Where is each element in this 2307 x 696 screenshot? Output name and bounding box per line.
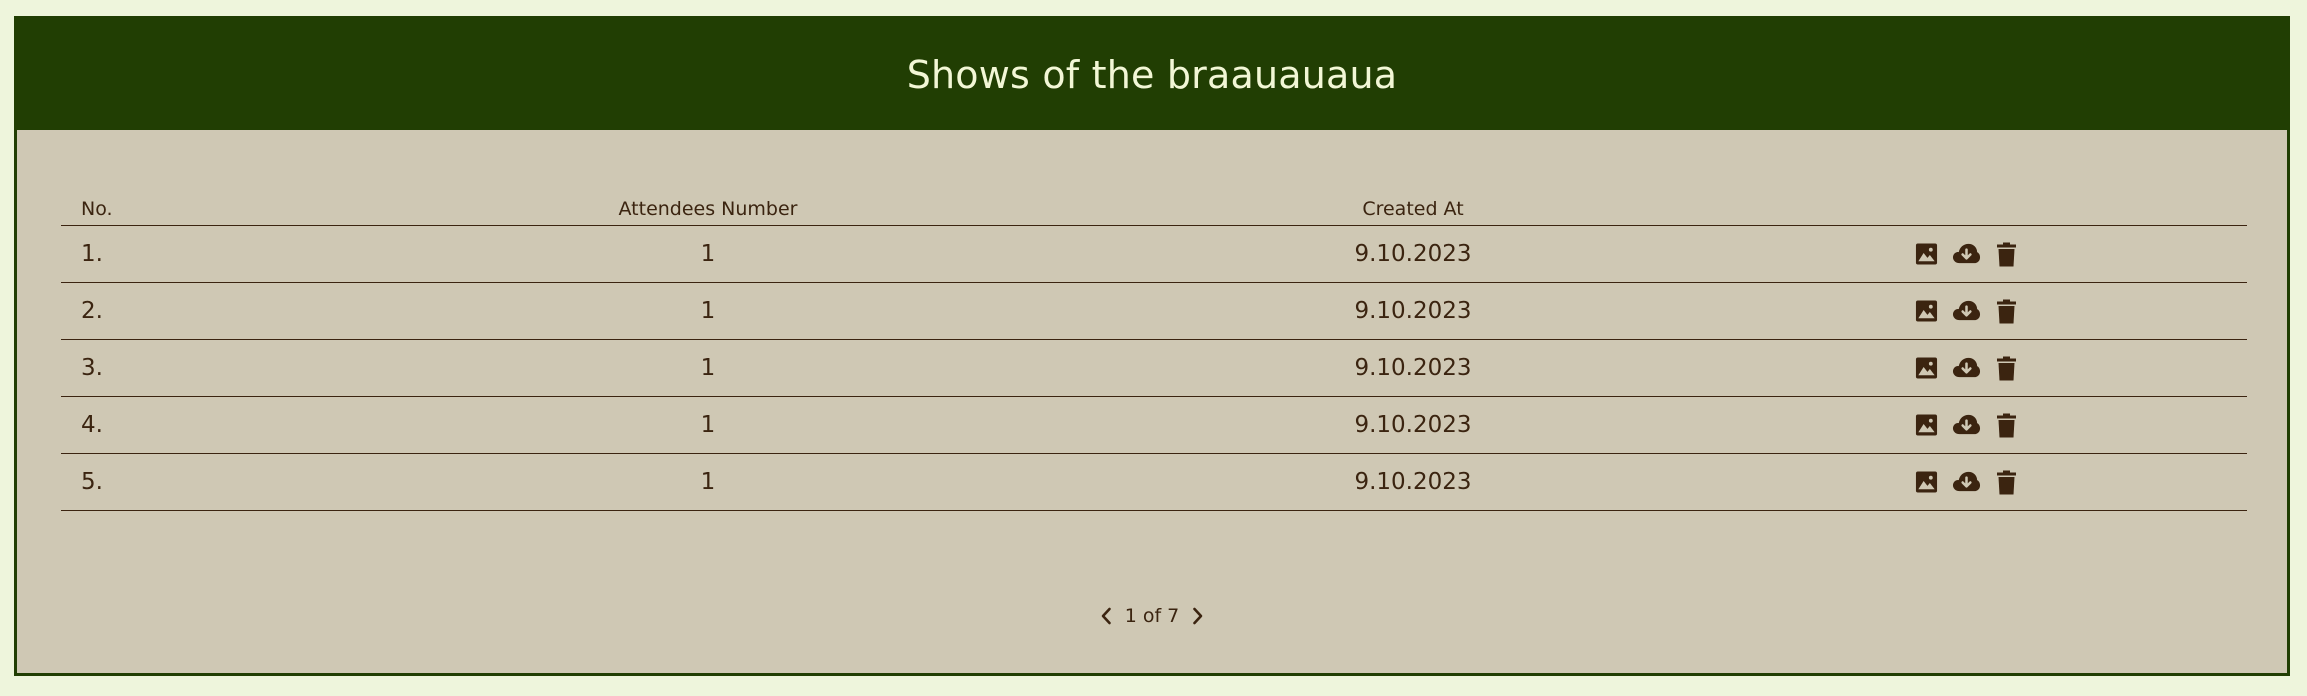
row-number: 2. bbox=[81, 298, 103, 324]
cloud-download-icon[interactable] bbox=[1952, 297, 1981, 326]
created-at: 9.10.2023 bbox=[1354, 355, 1472, 381]
image-icon[interactable] bbox=[1912, 297, 1941, 326]
created-at: 9.10.2023 bbox=[1354, 412, 1472, 438]
trash-icon[interactable] bbox=[1992, 240, 2021, 269]
row-actions bbox=[1912, 297, 2021, 326]
table-row: 1. 1 9.10.2023 bbox=[61, 226, 2247, 283]
column-header-created-at: Created At bbox=[1362, 198, 1464, 220]
trash-icon[interactable] bbox=[1992, 411, 2021, 440]
image-icon[interactable] bbox=[1912, 240, 1941, 269]
pagination-label: 1 of 7 bbox=[1124, 605, 1180, 627]
table-header: No. Attendees Number Created At bbox=[61, 178, 2247, 226]
row-actions bbox=[1912, 468, 2021, 497]
cloud-download-icon[interactable] bbox=[1952, 240, 1981, 269]
cloud-download-icon[interactable] bbox=[1952, 468, 1981, 497]
trash-icon[interactable] bbox=[1992, 468, 2021, 497]
table-row: 4. 1 9.10.2023 bbox=[61, 397, 2247, 454]
chevron-left-icon[interactable] bbox=[1097, 605, 1115, 627]
panel-header: Shows of the braauauaua bbox=[17, 19, 2287, 130]
shows-panel: Shows of the braauauaua No. Attendees Nu… bbox=[14, 16, 2290, 676]
chevron-right-icon[interactable] bbox=[1189, 605, 1207, 627]
row-actions bbox=[1912, 354, 2021, 383]
trash-icon[interactable] bbox=[1992, 297, 2021, 326]
created-at: 9.10.2023 bbox=[1354, 241, 1472, 267]
created-at: 9.10.2023 bbox=[1354, 469, 1472, 495]
column-header-no: No. bbox=[81, 198, 113, 220]
shows-table: No. Attendees Number Created At 1. 1 9.1… bbox=[61, 178, 2247, 511]
cloud-download-icon[interactable] bbox=[1952, 354, 1981, 383]
image-icon[interactable] bbox=[1912, 468, 1941, 497]
table-row: 3. 1 9.10.2023 bbox=[61, 340, 2247, 397]
column-header-attendees: Attendees Number bbox=[618, 198, 798, 220]
table-row: 5. 1 9.10.2023 bbox=[61, 454, 2247, 511]
row-number: 5. bbox=[81, 469, 103, 495]
attendees-number: 1 bbox=[700, 355, 716, 381]
attendees-number: 1 bbox=[700, 469, 716, 495]
attendees-number: 1 bbox=[700, 241, 716, 267]
image-icon[interactable] bbox=[1912, 411, 1941, 440]
row-actions bbox=[1912, 411, 2021, 440]
attendees-number: 1 bbox=[700, 412, 716, 438]
image-icon[interactable] bbox=[1912, 354, 1941, 383]
attendees-number: 1 bbox=[700, 298, 716, 324]
row-number: 4. bbox=[81, 412, 103, 438]
trash-icon[interactable] bbox=[1992, 354, 2021, 383]
pagination: 1 of 7 bbox=[17, 605, 2287, 627]
row-number: 1. bbox=[81, 241, 103, 267]
cloud-download-icon[interactable] bbox=[1952, 411, 1981, 440]
page-title: Shows of the braauauaua bbox=[906, 52, 1398, 97]
row-actions bbox=[1912, 240, 2021, 269]
table-row: 2. 1 9.10.2023 bbox=[61, 283, 2247, 340]
row-number: 3. bbox=[81, 355, 103, 381]
created-at: 9.10.2023 bbox=[1354, 298, 1472, 324]
